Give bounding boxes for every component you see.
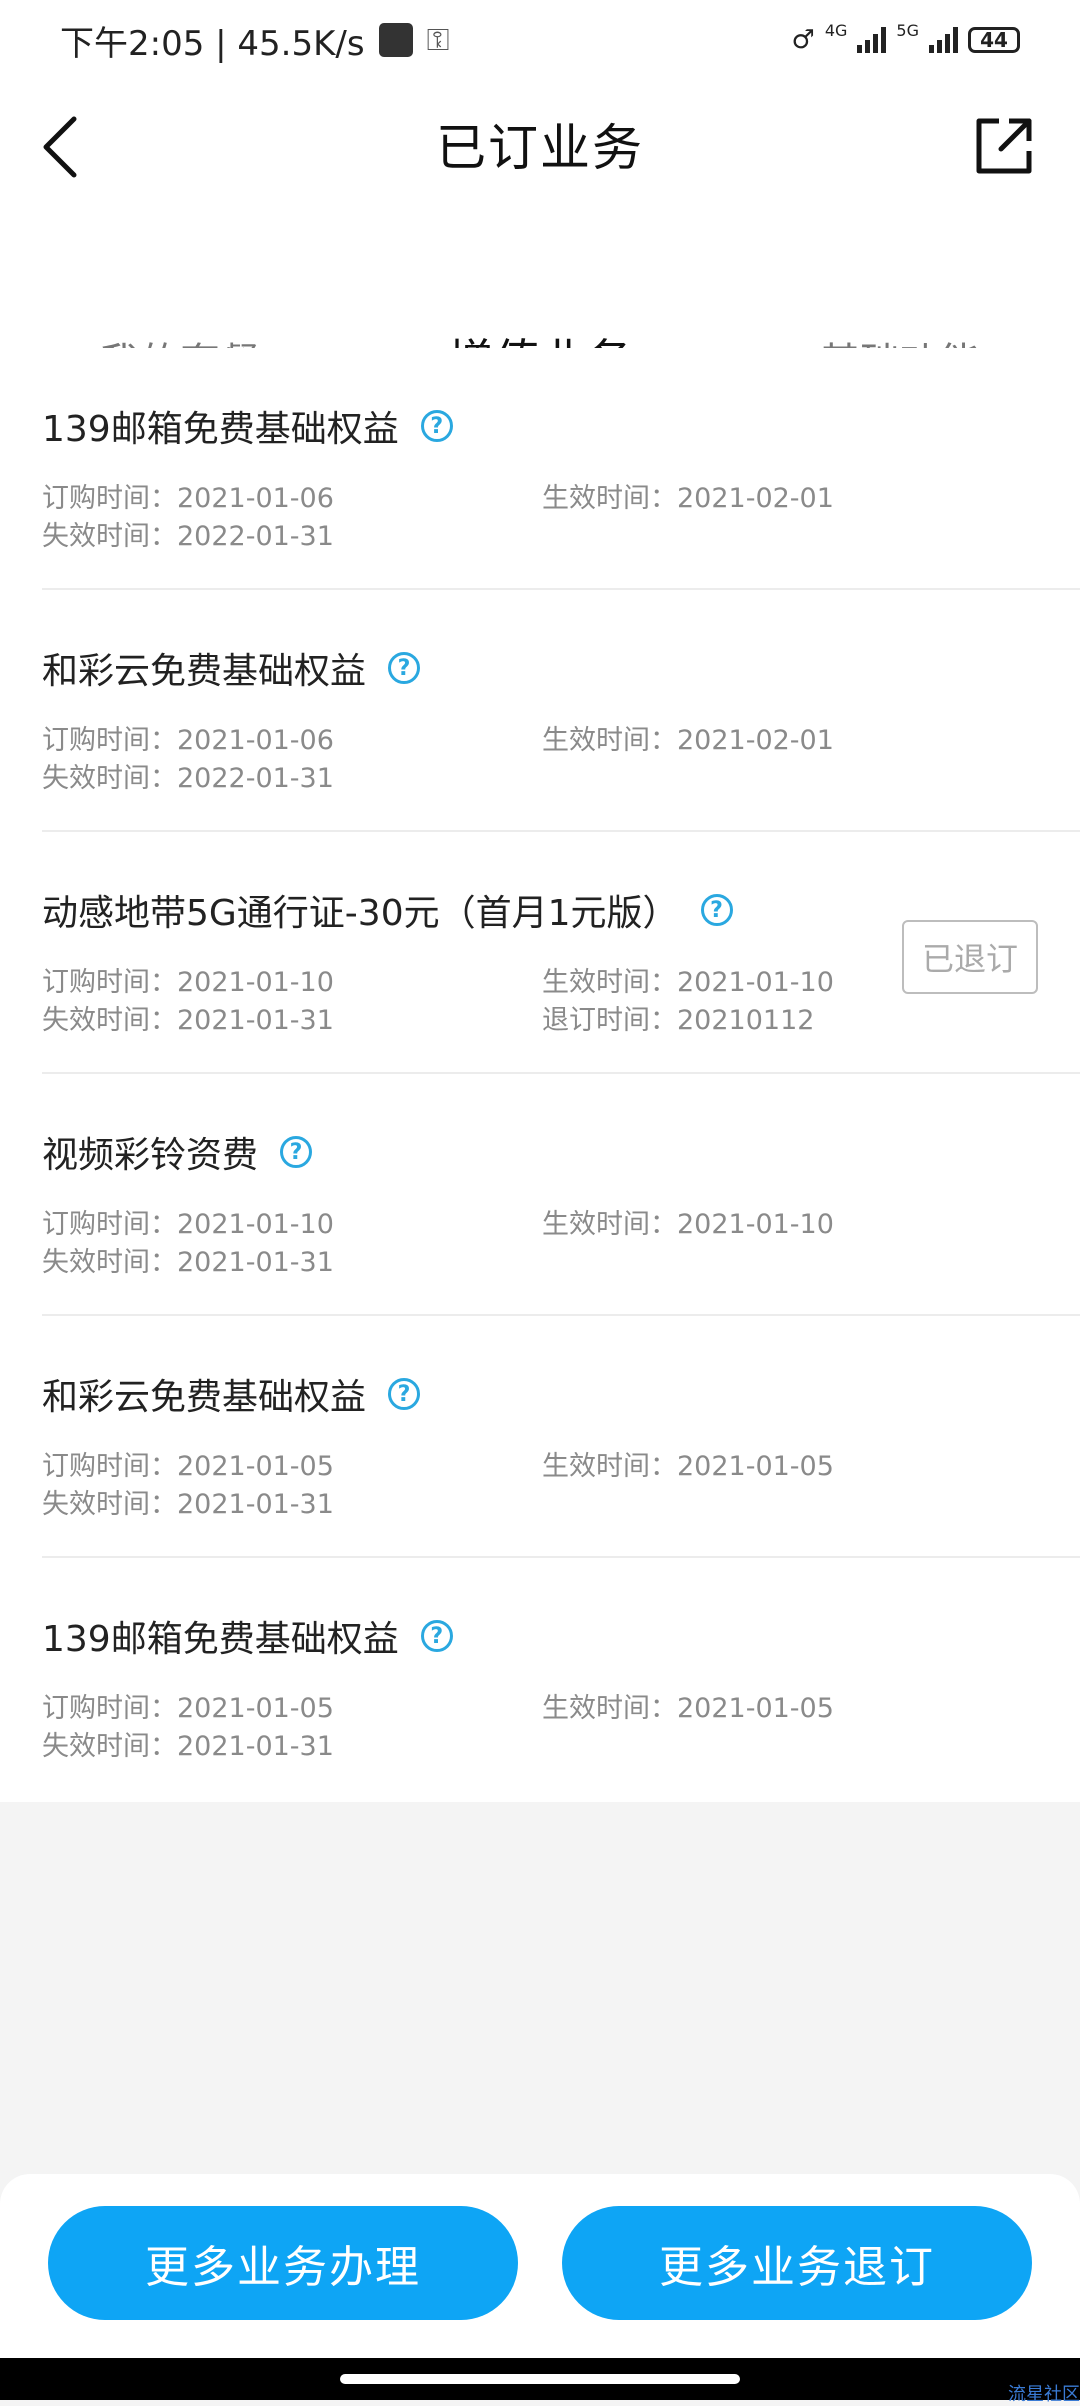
external-link-icon: [976, 118, 1032, 174]
status-time-speed: 下午2:05 | 45.5K/s: [60, 23, 365, 64]
subscription-list: 139邮箱免费基础权益 ? 订购时间：2021-01-06 生效时间：2021-…: [0, 348, 1080, 1802]
item-title: 139邮箱免费基础权益: [42, 409, 399, 450]
order-time: 订购时间：2021-01-05: [42, 1451, 334, 1482]
status-bar: 下午2:05 | 45.5K/s ⚿ ♂ 4G 5G 44: [0, 0, 1080, 80]
item-title: 和彩云免费基础权益: [42, 651, 367, 692]
network-4g-label: 4G: [824, 20, 848, 40]
expire-time: 失效时间：2021-01-31: [42, 1247, 334, 1278]
alarm-icon: ♂: [791, 25, 815, 55]
effective-time: 生效时间：2021-01-10: [542, 967, 834, 998]
signal-icon-1: [857, 27, 887, 53]
order-time: 订购时间：2021-01-05: [42, 1693, 334, 1724]
item-title: 139邮箱免费基础权益: [42, 1619, 399, 1660]
effective-time: 生效时间：2021-01-05: [542, 1451, 834, 1482]
more-unsubscribe-button[interactable]: 更多业务退订: [562, 2206, 1032, 2320]
list-item[interactable]: 和彩云免费基础权益 ? 订购时间：2021-01-06 生效时间：2021-02…: [42, 590, 1080, 832]
order-time: 订购时间：2021-01-10: [42, 1209, 334, 1240]
list-item[interactable]: 视频彩铃资费 ? 订购时间：2021-01-10 生效时间：2021-01-10…: [42, 1074, 1080, 1316]
unsubscribed-badge: 已退订: [902, 920, 1038, 994]
key-icon: ⚿: [426, 22, 450, 58]
expire-time: 失效时间：2022-01-31: [42, 521, 334, 552]
item-title-row: 139邮箱免费基础权益 ?: [42, 1610, 453, 1662]
battery-icon: 44: [968, 27, 1020, 53]
more-handle-button[interactable]: 更多业务办理: [48, 2206, 518, 2320]
list-item[interactable]: 和彩云免费基础权益 ? 订购时间：2021-01-05 生效时间：2021-01…: [42, 1316, 1080, 1558]
list-item[interactable]: 139邮箱免费基础权益 ? 订购时间：2021-01-06 生效时间：2021-…: [42, 348, 1080, 590]
expire-time: 失效时间：2021-01-31: [42, 1005, 334, 1036]
item-title: 视频彩铃资费: [42, 1135, 259, 1176]
status-right: ♂ 4G 5G 44: [791, 21, 1020, 55]
help-icon[interactable]: ?: [420, 410, 453, 442]
watermark: 流星社区: [1008, 2384, 1080, 2405]
home-gesture-handle[interactable]: [340, 2374, 740, 2384]
unsubscribe-time: 退订时间：20210112: [542, 1005, 815, 1036]
item-title: 和彩云免费基础权益: [42, 1377, 367, 1418]
item-title-row: 视频彩铃资费 ?: [42, 1126, 313, 1178]
item-title-row: 139邮箱免费基础权益 ?: [42, 400, 453, 452]
effective-time: 生效时间：2021-01-10: [542, 1209, 834, 1240]
list-item[interactable]: 139邮箱免费基础权益 ? 订购时间：2021-01-05 生效时间：2021-…: [42, 1558, 1080, 1802]
bottom-action-bar: 更多业务办理 更多业务退订: [0, 2174, 1080, 2360]
effective-time: 生效时间：2021-02-01: [542, 725, 834, 756]
item-title-row: 和彩云免费基础权益 ?: [42, 642, 421, 694]
status-left: 下午2:05 | 45.5K/s ⚿: [60, 16, 449, 65]
effective-time: 生效时间：2021-02-01: [542, 483, 834, 514]
effective-time: 生效时间：2021-01-05: [542, 1693, 834, 1724]
share-button[interactable]: [964, 106, 1044, 186]
signal-icon-2: [929, 27, 958, 53]
page-title: 已订业务: [436, 119, 644, 177]
system-nav-bar: [0, 2358, 1080, 2400]
app-header: 已订业务 我的套餐 增值业务 基础功能: [0, 80, 1080, 426]
expire-time: 失效时间：2021-01-31: [42, 1731, 334, 1762]
item-title-row: 动感地带5G通行证-30元（首月1元版） ?: [42, 884, 733, 936]
help-icon[interactable]: ?: [388, 1378, 421, 1410]
help-icon[interactable]: ?: [700, 894, 733, 926]
order-time: 订购时间：2021-01-06: [42, 483, 334, 514]
app-notification-icon: [378, 23, 413, 57]
help-icon[interactable]: ?: [388, 652, 421, 684]
network-5g-label: 5G: [896, 20, 919, 40]
help-icon[interactable]: ?: [420, 1620, 453, 1652]
expire-time: 失效时间：2021-01-31: [42, 1489, 334, 1520]
expire-time: 失效时间：2022-01-31: [42, 763, 334, 794]
order-time: 订购时间：2021-01-10: [42, 967, 334, 998]
item-title-row: 和彩云免费基础权益 ?: [42, 1368, 421, 1420]
item-title: 动感地带5G通行证-30元（首月1元版）: [42, 893, 679, 934]
order-time: 订购时间：2021-01-06: [42, 725, 334, 756]
help-icon[interactable]: ?: [280, 1136, 313, 1168]
list-item[interactable]: 动感地带5G通行证-30元（首月1元版） ? 订购时间：2021-01-10 生…: [42, 832, 1080, 1074]
